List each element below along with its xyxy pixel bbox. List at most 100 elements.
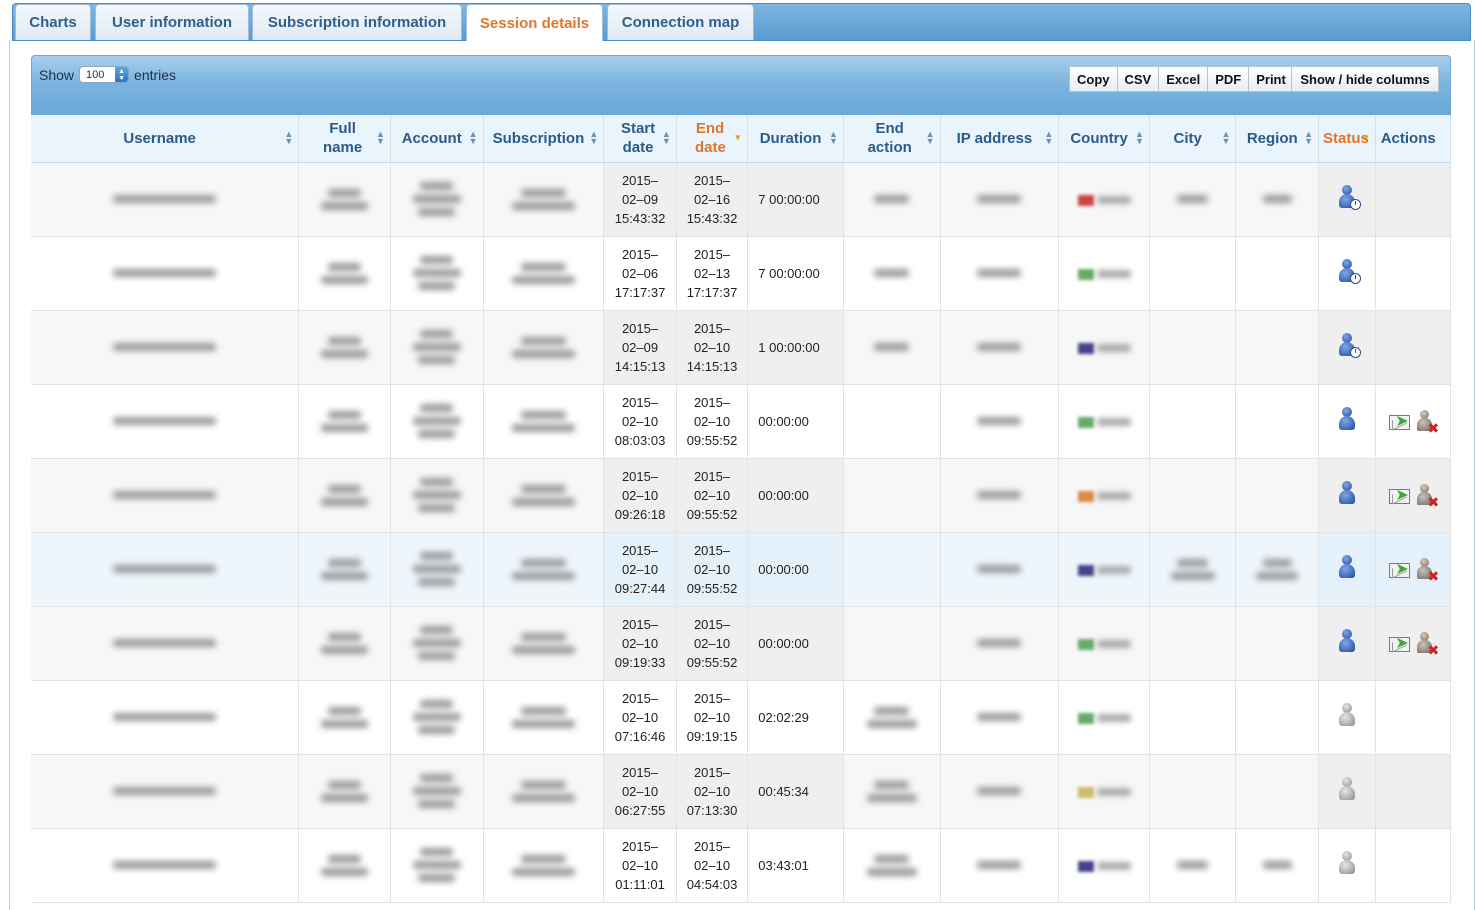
account-cell xyxy=(390,754,484,829)
redacted-text xyxy=(395,700,479,734)
ip-address-cell xyxy=(940,236,1060,311)
redacted-text xyxy=(303,484,386,506)
column-header-ip-address[interactable]: IP address ▲ ▼ xyxy=(940,115,1060,163)
column-header-start-date[interactable]: Start date ▲ ▼ xyxy=(603,115,677,163)
end-date-cell-line: 09:55:52 xyxy=(686,580,738,596)
redacted-text xyxy=(35,713,294,721)
city-cell xyxy=(1149,458,1237,533)
table-row[interactable]: 2015– 02–06 17:17:37 2015– 02–13 17:17:37 7 00… xyxy=(31,236,1451,311)
redacted-text xyxy=(303,188,386,210)
column-header-subscription[interactable]: Subscription ▲ ▼ xyxy=(483,115,605,163)
column-header-full-name[interactable]: Full name ▲ ▼ xyxy=(298,115,391,163)
send-message-icon[interactable]: ➤ xyxy=(1389,484,1411,506)
copy-button[interactable]: Copy xyxy=(1069,66,1118,92)
status-cell xyxy=(1318,236,1377,311)
redacted-text xyxy=(303,706,386,728)
column-header-label: Country xyxy=(1070,129,1128,147)
tab-user-information[interactable]: User information xyxy=(95,4,249,40)
subscription-cell xyxy=(483,384,605,459)
city-cell xyxy=(1149,680,1237,755)
redacted-text xyxy=(1096,270,1131,279)
tab-charts[interactable]: Charts xyxy=(15,4,91,40)
column-header-country[interactable]: Country ▲ ▼ xyxy=(1058,115,1150,163)
end-action-cell xyxy=(843,236,941,311)
end-date-cell-line: 02–13 xyxy=(693,265,731,281)
start-date-cell-line: 2015– xyxy=(621,542,659,558)
actions-cell: ➤ ✖ xyxy=(1375,532,1451,607)
start-date-cell-line: 14:15:13 xyxy=(614,358,666,374)
end-date-cell: 2015– 02–10 09:19:15 xyxy=(676,680,749,755)
end-date-cell-line: 2015– xyxy=(693,468,731,484)
start-date-cell: 2015– 02–10 08:03:03 xyxy=(603,384,677,459)
redacted-text xyxy=(35,565,294,573)
end-date-cell-line: 02–10 xyxy=(693,561,731,577)
flag-icon xyxy=(1077,638,1094,650)
region-cell xyxy=(1235,754,1320,829)
full-name-cell xyxy=(298,310,391,385)
duration-cell: 00:00:00 xyxy=(747,384,844,459)
table-row[interactable]: 2015– 02–09 15:43:32 2015– 02–16 15:43:32 7 00… xyxy=(31,162,1451,237)
column-header-end-date[interactable]: End date ▼ xyxy=(676,115,749,163)
duration-cell: 00:00:00 xyxy=(747,458,844,533)
duration-cell: 00:45:34 xyxy=(747,754,844,829)
pdf-button[interactable]: PDF xyxy=(1208,66,1250,92)
table-row[interactable]: 2015– 02–10 08:03:03 2015– 02–10 09:55:52 00:0… xyxy=(31,384,1451,459)
table-row[interactable]: 2015– 02–10 07:16:46 2015– 02–10 09:19:15 02:0… xyxy=(31,680,1451,755)
column-header-duration[interactable]: Duration ▲ ▼ xyxy=(747,115,844,163)
redacted-text xyxy=(848,854,936,876)
subscription-cell xyxy=(483,828,605,903)
table-row[interactable]: 2015– 02–10 09:26:18 2015– 02–10 09:55:52 00:0… xyxy=(31,458,1451,533)
send-message-icon[interactable]: ➤ xyxy=(1389,632,1411,654)
sort-both-icon: ▲ ▼ xyxy=(1221,129,1231,147)
disconnect-user-icon[interactable]: ✖ xyxy=(1415,410,1439,435)
redacted-text xyxy=(848,343,936,351)
column-header-account[interactable]: Account ▲ ▼ xyxy=(390,115,484,163)
excel-button[interactable]: Excel xyxy=(1159,66,1209,92)
username-cell xyxy=(31,532,300,607)
show-hide-columns-button[interactable]: Show / hide columns xyxy=(1291,66,1439,92)
column-header-city[interactable]: City ▲ ▼ xyxy=(1149,115,1237,163)
redacted-text xyxy=(848,195,936,203)
send-message-icon[interactable]: ➤ xyxy=(1389,410,1411,432)
column-header-end-action[interactable]: End action ▲ ▼ xyxy=(843,115,941,163)
account-cell xyxy=(390,680,484,755)
column-header-region[interactable]: Region ▲ ▼ xyxy=(1235,115,1320,163)
page-length-select[interactable]: 100 ▲ ▼ xyxy=(79,66,130,83)
redacted-text xyxy=(945,269,1055,277)
city-cell xyxy=(1149,236,1237,311)
status-cell xyxy=(1318,680,1377,755)
disconnect-user-icon[interactable]: ✖ xyxy=(1415,484,1439,509)
end-date-cell: 2015– 02–10 09:55:52 xyxy=(676,532,749,607)
end-date-cell-line: 07:13:30 xyxy=(686,802,738,818)
csv-button[interactable]: CSV xyxy=(1117,66,1160,92)
end-date-cell-line: 2015– xyxy=(693,320,731,336)
start-date-cell-line: 02–10 xyxy=(621,635,659,651)
redacted-text xyxy=(1154,195,1232,203)
redacted-text xyxy=(1096,418,1131,427)
table-row[interactable]: 2015– 02–10 09:19:33 2015– 02–10 09:55:52 00:0… xyxy=(31,606,1451,681)
disconnect-user-icon[interactable]: ✖ xyxy=(1415,558,1439,583)
username-cell xyxy=(31,310,300,385)
tab-connection-map[interactable]: Connection map xyxy=(607,4,754,40)
redacted-text xyxy=(1240,861,1314,869)
table-row[interactable]: 2015– 02–10 09:27:44 2015– 02–10 09:55:52 00:0… xyxy=(31,532,1451,607)
disconnect-user-icon[interactable]: ✖ xyxy=(1415,632,1439,657)
region-cell xyxy=(1235,458,1320,533)
table-row[interactable]: 2015– 02–10 06:27:55 2015– 02–10 07:13:30 00:4… xyxy=(31,754,1451,829)
tab-subscription-information[interactable]: Subscription information xyxy=(252,4,462,40)
end-date-cell: 2015– 02–10 09:55:52 xyxy=(676,458,749,533)
column-header-label: City xyxy=(1173,129,1202,147)
tab-session-details[interactable]: Session details xyxy=(466,4,603,41)
start-date-cell-line: 2015– xyxy=(621,172,659,188)
column-header-status[interactable]: Status ▼ xyxy=(1318,115,1377,163)
redacted-text xyxy=(35,269,294,277)
sort-both-icon: ▲ ▼ xyxy=(284,129,294,147)
table-row[interactable]: 2015– 02–09 14:15:13 2015– 02–10 14:15:13 1 00… xyxy=(31,310,1451,385)
column-header-username[interactable]: Username ▲ ▼ xyxy=(31,115,300,163)
print-button[interactable]: Print xyxy=(1249,66,1294,92)
full-name-cell xyxy=(298,532,391,607)
table-row[interactable]: 2015– 02–10 01:11:01 2015– 02–10 04:54:03 03:4… xyxy=(31,828,1451,903)
start-date-cell-line: 08:03:03 xyxy=(614,432,666,448)
send-message-icon[interactable]: ➤ xyxy=(1389,558,1411,580)
start-date-cell-line: 17:17:37 xyxy=(614,284,666,300)
